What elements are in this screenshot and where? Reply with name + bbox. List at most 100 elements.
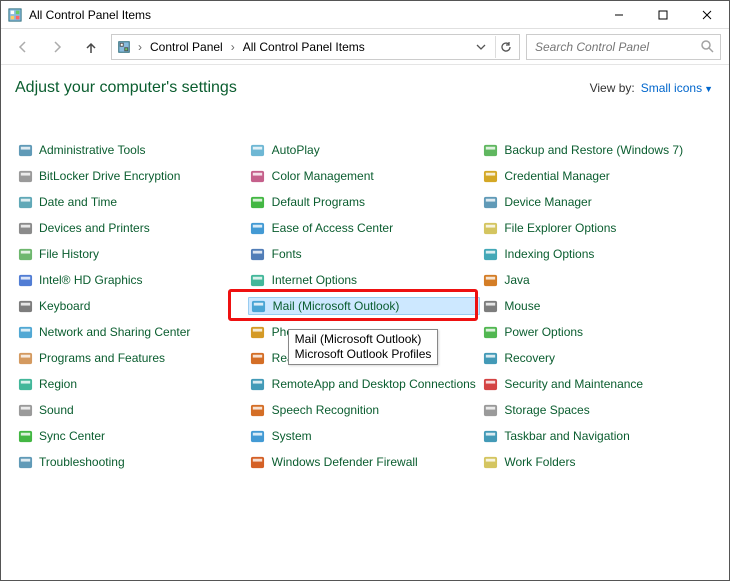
item-intel-hd[interactable]: Intel® HD Graphics	[15, 271, 248, 289]
speaker-icon	[17, 402, 33, 418]
item-label: Keyboard	[39, 299, 90, 313]
viewby-dropdown[interactable]: Small icons▼	[641, 81, 713, 95]
item-defender-firewall[interactable]: Windows Defender Firewall	[248, 453, 481, 471]
content-header: Adjust your computer's settings View by:…	[15, 79, 713, 103]
column-2: Backup and Restore (Windows 7) Credential…	[480, 141, 713, 471]
font-icon	[250, 246, 266, 262]
refresh-button[interactable]	[495, 36, 515, 58]
item-label: Troubleshooting	[39, 455, 125, 469]
item-ease-access[interactable]: Ease of Access Center	[248, 219, 481, 237]
close-button[interactable]	[685, 1, 729, 29]
palette-icon	[250, 168, 266, 184]
search-box[interactable]	[526, 34, 721, 60]
item-network-sharing[interactable]: Network and Sharing Center	[15, 323, 248, 341]
address-dropdown-button[interactable]	[471, 36, 491, 58]
item-mail[interactable]: Mail (Microsoft Outlook)	[248, 297, 481, 315]
window-frame: All Control Panel Items › Control Panel …	[0, 0, 730, 581]
item-label: Security and Maintenance	[504, 377, 643, 391]
device-icon	[482, 194, 498, 210]
item-label: BitLocker Drive Encryption	[39, 169, 180, 183]
item-label: Programs and Features	[39, 351, 165, 365]
items-grid: Administrative Tools BitLocker Drive Encr…	[15, 123, 713, 471]
pc-icon	[250, 428, 266, 444]
item-sound[interactable]: Sound	[15, 401, 248, 419]
item-device-manager[interactable]: Device Manager	[480, 193, 713, 211]
item-storage-spaces[interactable]: Storage Spaces	[480, 401, 713, 419]
item-security-maintenance[interactable]: Security and Maintenance	[480, 375, 713, 393]
item-file-explorer-options[interactable]: File Explorer Options	[480, 219, 713, 237]
sync-icon	[17, 428, 33, 444]
check-icon	[250, 194, 266, 210]
breadcrumb-sep-0: ›	[136, 40, 144, 54]
folder-icon	[482, 220, 498, 236]
item-color-management[interactable]: Color Management	[248, 167, 481, 185]
monitor-icon	[17, 272, 33, 288]
viewby-label: View by:	[590, 81, 635, 95]
forward-button[interactable]	[43, 33, 71, 61]
item-label: AutoPlay	[272, 143, 320, 157]
item-java[interactable]: Java	[480, 271, 713, 289]
item-label: Mail (Microsoft Outlook)	[273, 299, 400, 313]
item-troubleshooting[interactable]: Troubleshooting	[15, 453, 248, 471]
item-label: Intel® HD Graphics	[39, 273, 143, 287]
item-remoteapp[interactable]: RemoteApp and Desktop Connections	[248, 375, 481, 393]
breadcrumb-current[interactable]: All Control Panel Items	[241, 38, 367, 56]
item-backup-restore[interactable]: Backup and Restore (Windows 7)	[480, 141, 713, 159]
up-button[interactable]	[77, 33, 105, 61]
item-file-history[interactable]: File History	[15, 245, 248, 263]
search-input[interactable]	[533, 39, 700, 55]
item-taskbar-nav[interactable]: Taskbar and Navigation	[480, 427, 713, 445]
maximize-button[interactable]	[641, 1, 685, 29]
item-mouse[interactable]: Mouse	[480, 297, 713, 315]
java-icon	[482, 272, 498, 288]
item-autoplay[interactable]: AutoPlay	[248, 141, 481, 159]
control-panel-icon	[7, 7, 23, 23]
back-button[interactable]	[9, 33, 37, 61]
item-administrative-tools[interactable]: Administrative Tools	[15, 141, 248, 159]
tools-icon	[17, 142, 33, 158]
mail-icon	[251, 298, 267, 314]
item-region[interactable]: Region	[15, 375, 248, 393]
item-label: Network and Sharing Center	[39, 325, 190, 339]
history-icon	[17, 246, 33, 262]
item-fonts[interactable]: Fonts	[248, 245, 481, 263]
breadcrumb-root[interactable]: Control Panel	[148, 38, 225, 56]
remote-icon	[250, 376, 266, 392]
item-label: Storage Spaces	[504, 403, 589, 417]
firewall-icon	[250, 454, 266, 470]
item-credential-manager[interactable]: Credential Manager	[480, 167, 713, 185]
tooltip-line2: Microsoft Outlook Profiles	[295, 347, 432, 362]
taskbar-icon	[482, 428, 498, 444]
item-system[interactable]: System	[248, 427, 481, 445]
item-indexing[interactable]: Indexing Options	[480, 245, 713, 263]
item-bitlocker[interactable]: BitLocker Drive Encryption	[15, 167, 248, 185]
item-label: Ease of Access Center	[272, 221, 393, 235]
item-label: Region	[39, 377, 77, 391]
minimize-button[interactable]	[597, 1, 641, 29]
item-sync-center[interactable]: Sync Center	[15, 427, 248, 445]
item-internet-options[interactable]: Internet Options	[248, 271, 481, 289]
search-icon	[700, 40, 714, 54]
item-label: Recovery	[504, 351, 555, 365]
breadcrumb-sep-1: ›	[229, 40, 237, 54]
item-keyboard[interactable]: Keyboard	[15, 297, 248, 315]
item-label: Date and Time	[39, 195, 117, 209]
item-label: Devices and Printers	[39, 221, 150, 235]
keyboard-icon	[17, 298, 33, 314]
item-label: RemoteApp and Desktop Connections	[272, 377, 476, 391]
item-devices-printers[interactable]: Devices and Printers	[15, 219, 248, 237]
globe2-icon	[250, 272, 266, 288]
speaker2-icon	[250, 350, 266, 366]
item-speech[interactable]: Speech Recognition	[248, 401, 481, 419]
address-box[interactable]: › Control Panel › All Control Panel Item…	[111, 34, 520, 60]
storage-icon	[482, 402, 498, 418]
clock-icon	[17, 194, 33, 210]
item-label: Indexing Options	[504, 247, 594, 261]
item-recovery[interactable]: Recovery	[480, 349, 713, 367]
window-title: All Control Panel Items	[29, 8, 151, 22]
item-programs-features[interactable]: Programs and Features	[15, 349, 248, 367]
item-work-folders[interactable]: Work Folders	[480, 453, 713, 471]
item-date-time[interactable]: Date and Time	[15, 193, 248, 211]
item-default-programs[interactable]: Default Programs	[248, 193, 481, 211]
item-power-options[interactable]: Power Options	[480, 323, 713, 341]
